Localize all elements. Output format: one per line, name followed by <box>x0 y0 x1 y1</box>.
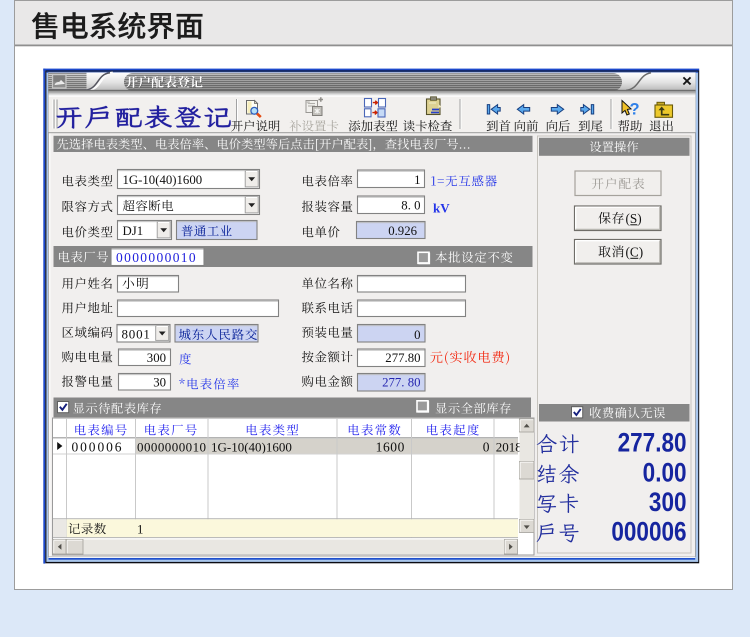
svg-text:1G-10(40)1600: 1G-10(40)1600 <box>123 173 203 187</box>
svg-text:277.80: 277.80 <box>385 351 420 365</box>
svg-text:000006: 000006 <box>611 518 686 547</box>
svg-text:kV: kV <box>433 201 450 216</box>
svg-text:300: 300 <box>649 488 687 517</box>
svg-text:(C): (C) <box>626 244 644 259</box>
svg-text:DJ1: DJ1 <box>123 224 144 238</box>
svg-text:1: 1 <box>137 522 143 536</box>
svg-text:1600: 1600 <box>376 440 405 455</box>
svg-text:0: 0 <box>483 440 490 455</box>
svg-text:300: 300 <box>147 351 166 365</box>
svg-text:×: × <box>682 71 692 90</box>
svg-text:0000000010: 0000000010 <box>116 250 197 265</box>
svg-text:1: 1 <box>414 173 420 187</box>
svg-text:(S): (S) <box>626 211 642 226</box>
svg-text:0.926: 0.926 <box>388 224 417 238</box>
svg-text:0.00: 0.00 <box>643 459 687 488</box>
svg-text:8. 0: 8. 0 <box>401 199 420 213</box>
svg-text:0: 0 <box>414 328 420 342</box>
svg-text:277. 80: 277. 80 <box>382 376 420 390</box>
svg-text:000006: 000006 <box>72 440 124 455</box>
svg-text:8001: 8001 <box>122 327 151 342</box>
svg-text:1G-10(40)1600: 1G-10(40)1600 <box>211 440 292 455</box>
svg-text:30: 30 <box>153 376 166 390</box>
svg-text:0000000010: 0000000010 <box>137 440 207 455</box>
svg-text:?: ? <box>629 101 639 119</box>
svg-text:277.80: 277.80 <box>618 429 687 458</box>
